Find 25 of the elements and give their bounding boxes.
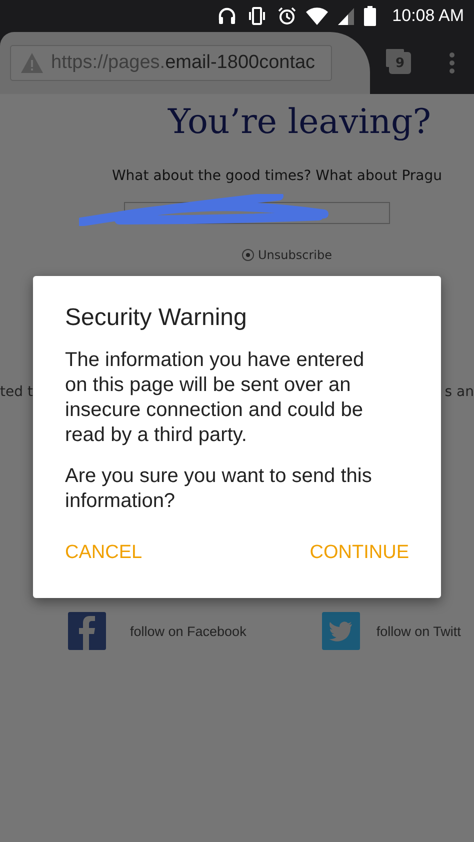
- status-time: 10:08 AM: [392, 6, 464, 26]
- menu-icon[interactable]: [449, 52, 455, 74]
- dialog-title: Security Warning: [65, 304, 248, 332]
- continue-button[interactable]: CONTINUE: [310, 536, 409, 570]
- tab-switcher-button[interactable]: 9: [389, 52, 411, 74]
- radio-button[interactable]: [242, 249, 254, 261]
- facebook-icon[interactable]: [68, 612, 106, 650]
- dialog-message: The information you have entered on this page will be sent over an insecure connection and could be read by a third party.: [65, 348, 366, 448]
- social-link[interactable]: follow on Facebook: [130, 624, 246, 638]
- page-heading: You’re leaving?: [166, 102, 432, 142]
- alarm-icon: [278, 7, 296, 25]
- battery-icon: [364, 6, 376, 26]
- body-text: s an: [444, 384, 474, 400]
- warning-icon: [21, 53, 43, 73]
- social-link[interactable]: follow on Twitt: [376, 624, 461, 638]
- page-subheading: What about the good times? What about Pragu: [110, 168, 442, 184]
- radio-label: Unsubscribe: [258, 248, 332, 262]
- bird-icon[interactable]: [322, 612, 360, 650]
- email-field[interactable]: [124, 202, 390, 224]
- body-text: ted t: [0, 384, 33, 400]
- cancel-button[interactable]: CANCEL: [65, 536, 142, 570]
- dialog-question: Are you sure you want to send this information?: [65, 464, 373, 514]
- signal-icon: [338, 7, 354, 25]
- headphones-icon: [218, 7, 236, 25]
- wifi-icon: [306, 7, 328, 25]
